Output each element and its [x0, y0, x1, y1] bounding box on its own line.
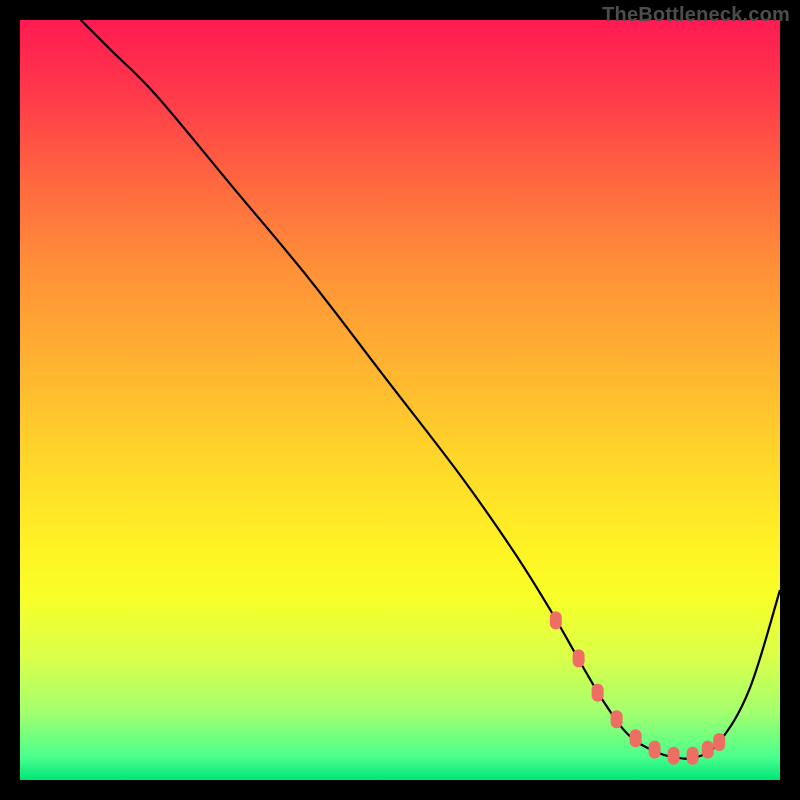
- highlight-markers: [550, 611, 725, 764]
- marker-point: [668, 747, 680, 765]
- bottleneck-curve: [81, 20, 780, 759]
- marker-point: [573, 649, 585, 667]
- marker-point: [649, 741, 661, 759]
- plot-area: [20, 20, 780, 780]
- chart-svg: [20, 20, 780, 780]
- watermark-text: TheBottleneck.com: [602, 4, 790, 27]
- marker-point: [702, 741, 714, 759]
- chart-frame: TheBottleneck.com: [0, 0, 800, 800]
- marker-point: [713, 733, 725, 751]
- marker-point: [592, 684, 604, 702]
- marker-point: [630, 729, 642, 747]
- marker-point: [687, 747, 699, 765]
- marker-point: [550, 611, 562, 629]
- marker-point: [611, 710, 623, 728]
